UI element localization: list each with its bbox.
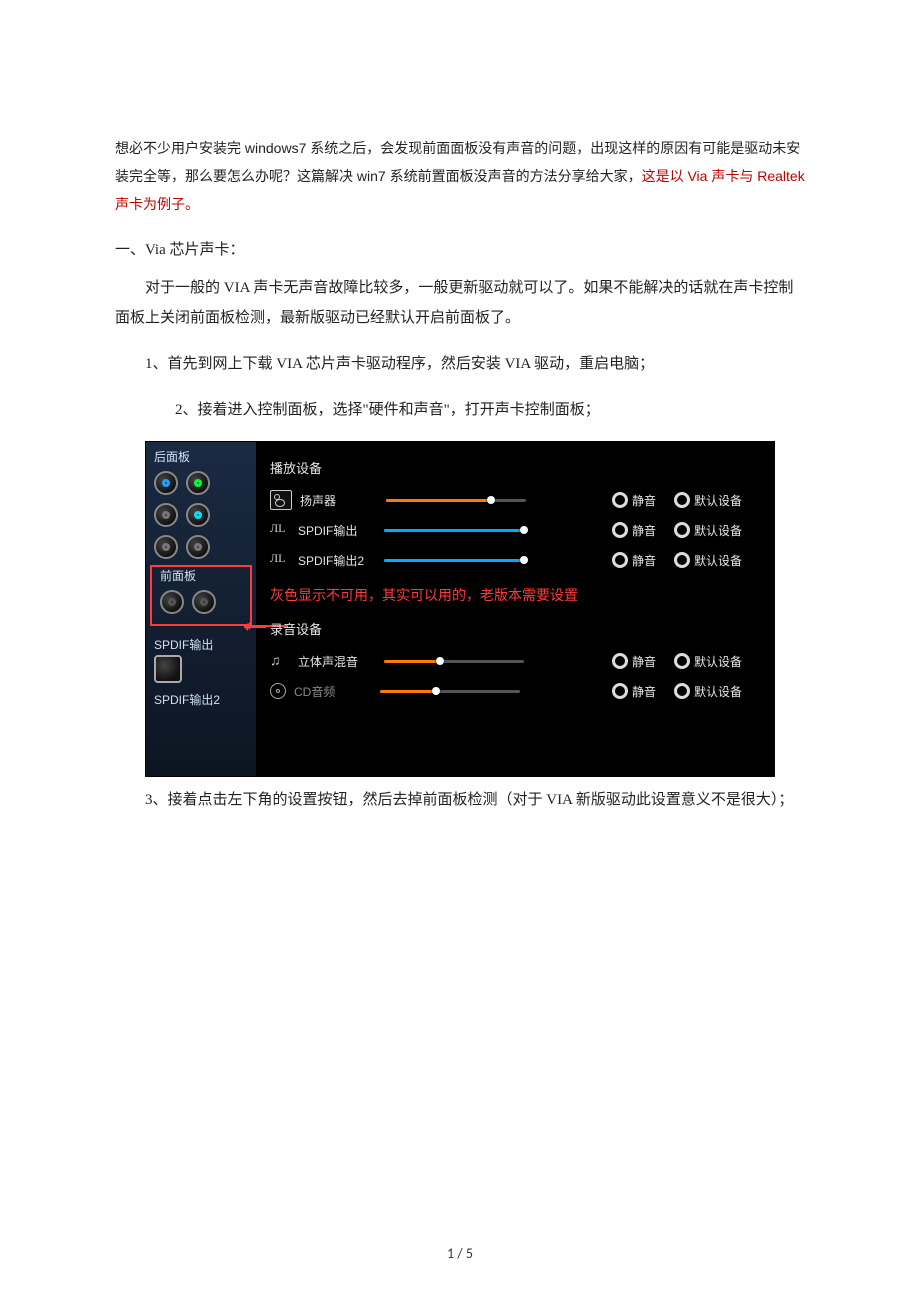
- section1-para1: 对于一般的 VIA 声卡无声音故障比较多，一般更新驱动就可以了。如果不能解决的话…: [115, 273, 805, 333]
- jack-green-icon[interactable]: [186, 471, 210, 495]
- device-row: ♫ 立体声混音 静音 默认设备: [270, 646, 756, 676]
- section1-step1: 1、首先到网上下载 VIA 芯片声卡驱动程序，然后安装 VIA 驱动，重启电脑；: [115, 349, 805, 379]
- spdif-icon: ЛL: [270, 551, 290, 569]
- section-1-title: 一、Via 芯片声卡：: [115, 238, 805, 259]
- right-panel: 播放设备 扬声器 静音 默认设备 ЛL SPDIF输出 静音 默认设备: [256, 442, 774, 776]
- spdif-box-icon[interactable]: [154, 655, 182, 683]
- default-label: 默认设备: [694, 492, 742, 509]
- annotation-arrow2-icon: [244, 626, 266, 628]
- mute-label: 静音: [632, 552, 656, 569]
- volume-slider[interactable]: [384, 556, 524, 564]
- default-label: 默认设备: [694, 552, 742, 569]
- mute-radio[interactable]: [612, 522, 628, 538]
- mute-radio[interactable]: [612, 653, 628, 669]
- default-label: 默认设备: [694, 522, 742, 539]
- default-label: 默认设备: [694, 683, 742, 700]
- front-jack1-icon[interactable]: [160, 590, 184, 614]
- mute-radio[interactable]: [612, 552, 628, 568]
- music-note-icon: ♫: [270, 652, 290, 670]
- front-panel-label: 前面板: [152, 567, 250, 586]
- via-control-panel-screenshot: – ✕ 后面板 前面板: [145, 441, 775, 777]
- annotation-text: 灰色显示不可用，其实可以用的，老版本需要设置: [270, 585, 756, 605]
- mute-radio[interactable]: [612, 683, 628, 699]
- default-radio[interactable]: [674, 653, 690, 669]
- device-name: CD音频: [294, 683, 372, 700]
- cd-icon: [270, 683, 286, 699]
- page-number: 1 / 5: [0, 1245, 920, 1262]
- device-row: 扬声器 静音 默认设备: [270, 485, 756, 515]
- default-radio[interactable]: [674, 522, 690, 538]
- device-row: CD音频 静音 默认设备: [270, 676, 756, 706]
- mute-label: 静音: [632, 653, 656, 670]
- section1-step3: 3、接着点击左下角的设置按钮，然后去掉前面板检测（对于 VIA 新版驱动此设置意…: [115, 785, 805, 815]
- mute-label: 静音: [632, 522, 656, 539]
- back-panel-label: 后面板: [146, 448, 256, 467]
- device-name: SPDIF输出2: [298, 552, 376, 569]
- left-panel: 后面板 前面板: [146, 442, 256, 776]
- device-name: 扬声器: [300, 492, 378, 509]
- section1-step2: 2、接着进入控制面板，选择"硬件和声音"，打开声卡控制面板；: [115, 395, 805, 425]
- recording-devices-title: 录音设备: [270, 619, 756, 638]
- volume-slider[interactable]: [386, 496, 526, 504]
- speaker-icon: [270, 490, 292, 510]
- mute-label: 静音: [632, 492, 656, 509]
- playback-devices-title: 播放设备: [270, 458, 756, 477]
- device-name: 立体声混音: [298, 653, 376, 670]
- spdif-icon: ЛL: [270, 521, 290, 539]
- volume-slider[interactable]: [384, 657, 524, 665]
- volume-slider[interactable]: [384, 526, 524, 534]
- mute-label: 静音: [632, 683, 656, 700]
- front-jack2-icon[interactable]: [192, 590, 216, 614]
- intro-paragraph: 想必不少用户安装完 windows7 系统之后，会发现前面面板没有声音的问题，出…: [115, 134, 805, 218]
- jack-grey3-icon[interactable]: [186, 535, 210, 559]
- spdif-out2-label: SPDIF输出2: [146, 683, 256, 710]
- default-radio[interactable]: [674, 492, 690, 508]
- device-name: SPDIF输出: [298, 522, 376, 539]
- default-radio[interactable]: [674, 683, 690, 699]
- spdif-out-label: SPDIF输出: [146, 628, 256, 655]
- front-panel-highlight-box: 前面板: [150, 565, 252, 626]
- volume-slider[interactable]: [380, 687, 520, 695]
- jack-cyan-icon[interactable]: [186, 503, 210, 527]
- default-radio[interactable]: [674, 552, 690, 568]
- jack-grey-icon[interactable]: [154, 503, 178, 527]
- device-row: ЛL SPDIF输出2 静音 默认设备: [270, 545, 756, 575]
- jack-grey2-icon[interactable]: [154, 535, 178, 559]
- device-row: ЛL SPDIF输出 静音 默认设备: [270, 515, 756, 545]
- mute-radio[interactable]: [612, 492, 628, 508]
- jack-blue-icon[interactable]: [154, 471, 178, 495]
- default-label: 默认设备: [694, 653, 742, 670]
- recording-title-text: 录音设备: [270, 622, 322, 637]
